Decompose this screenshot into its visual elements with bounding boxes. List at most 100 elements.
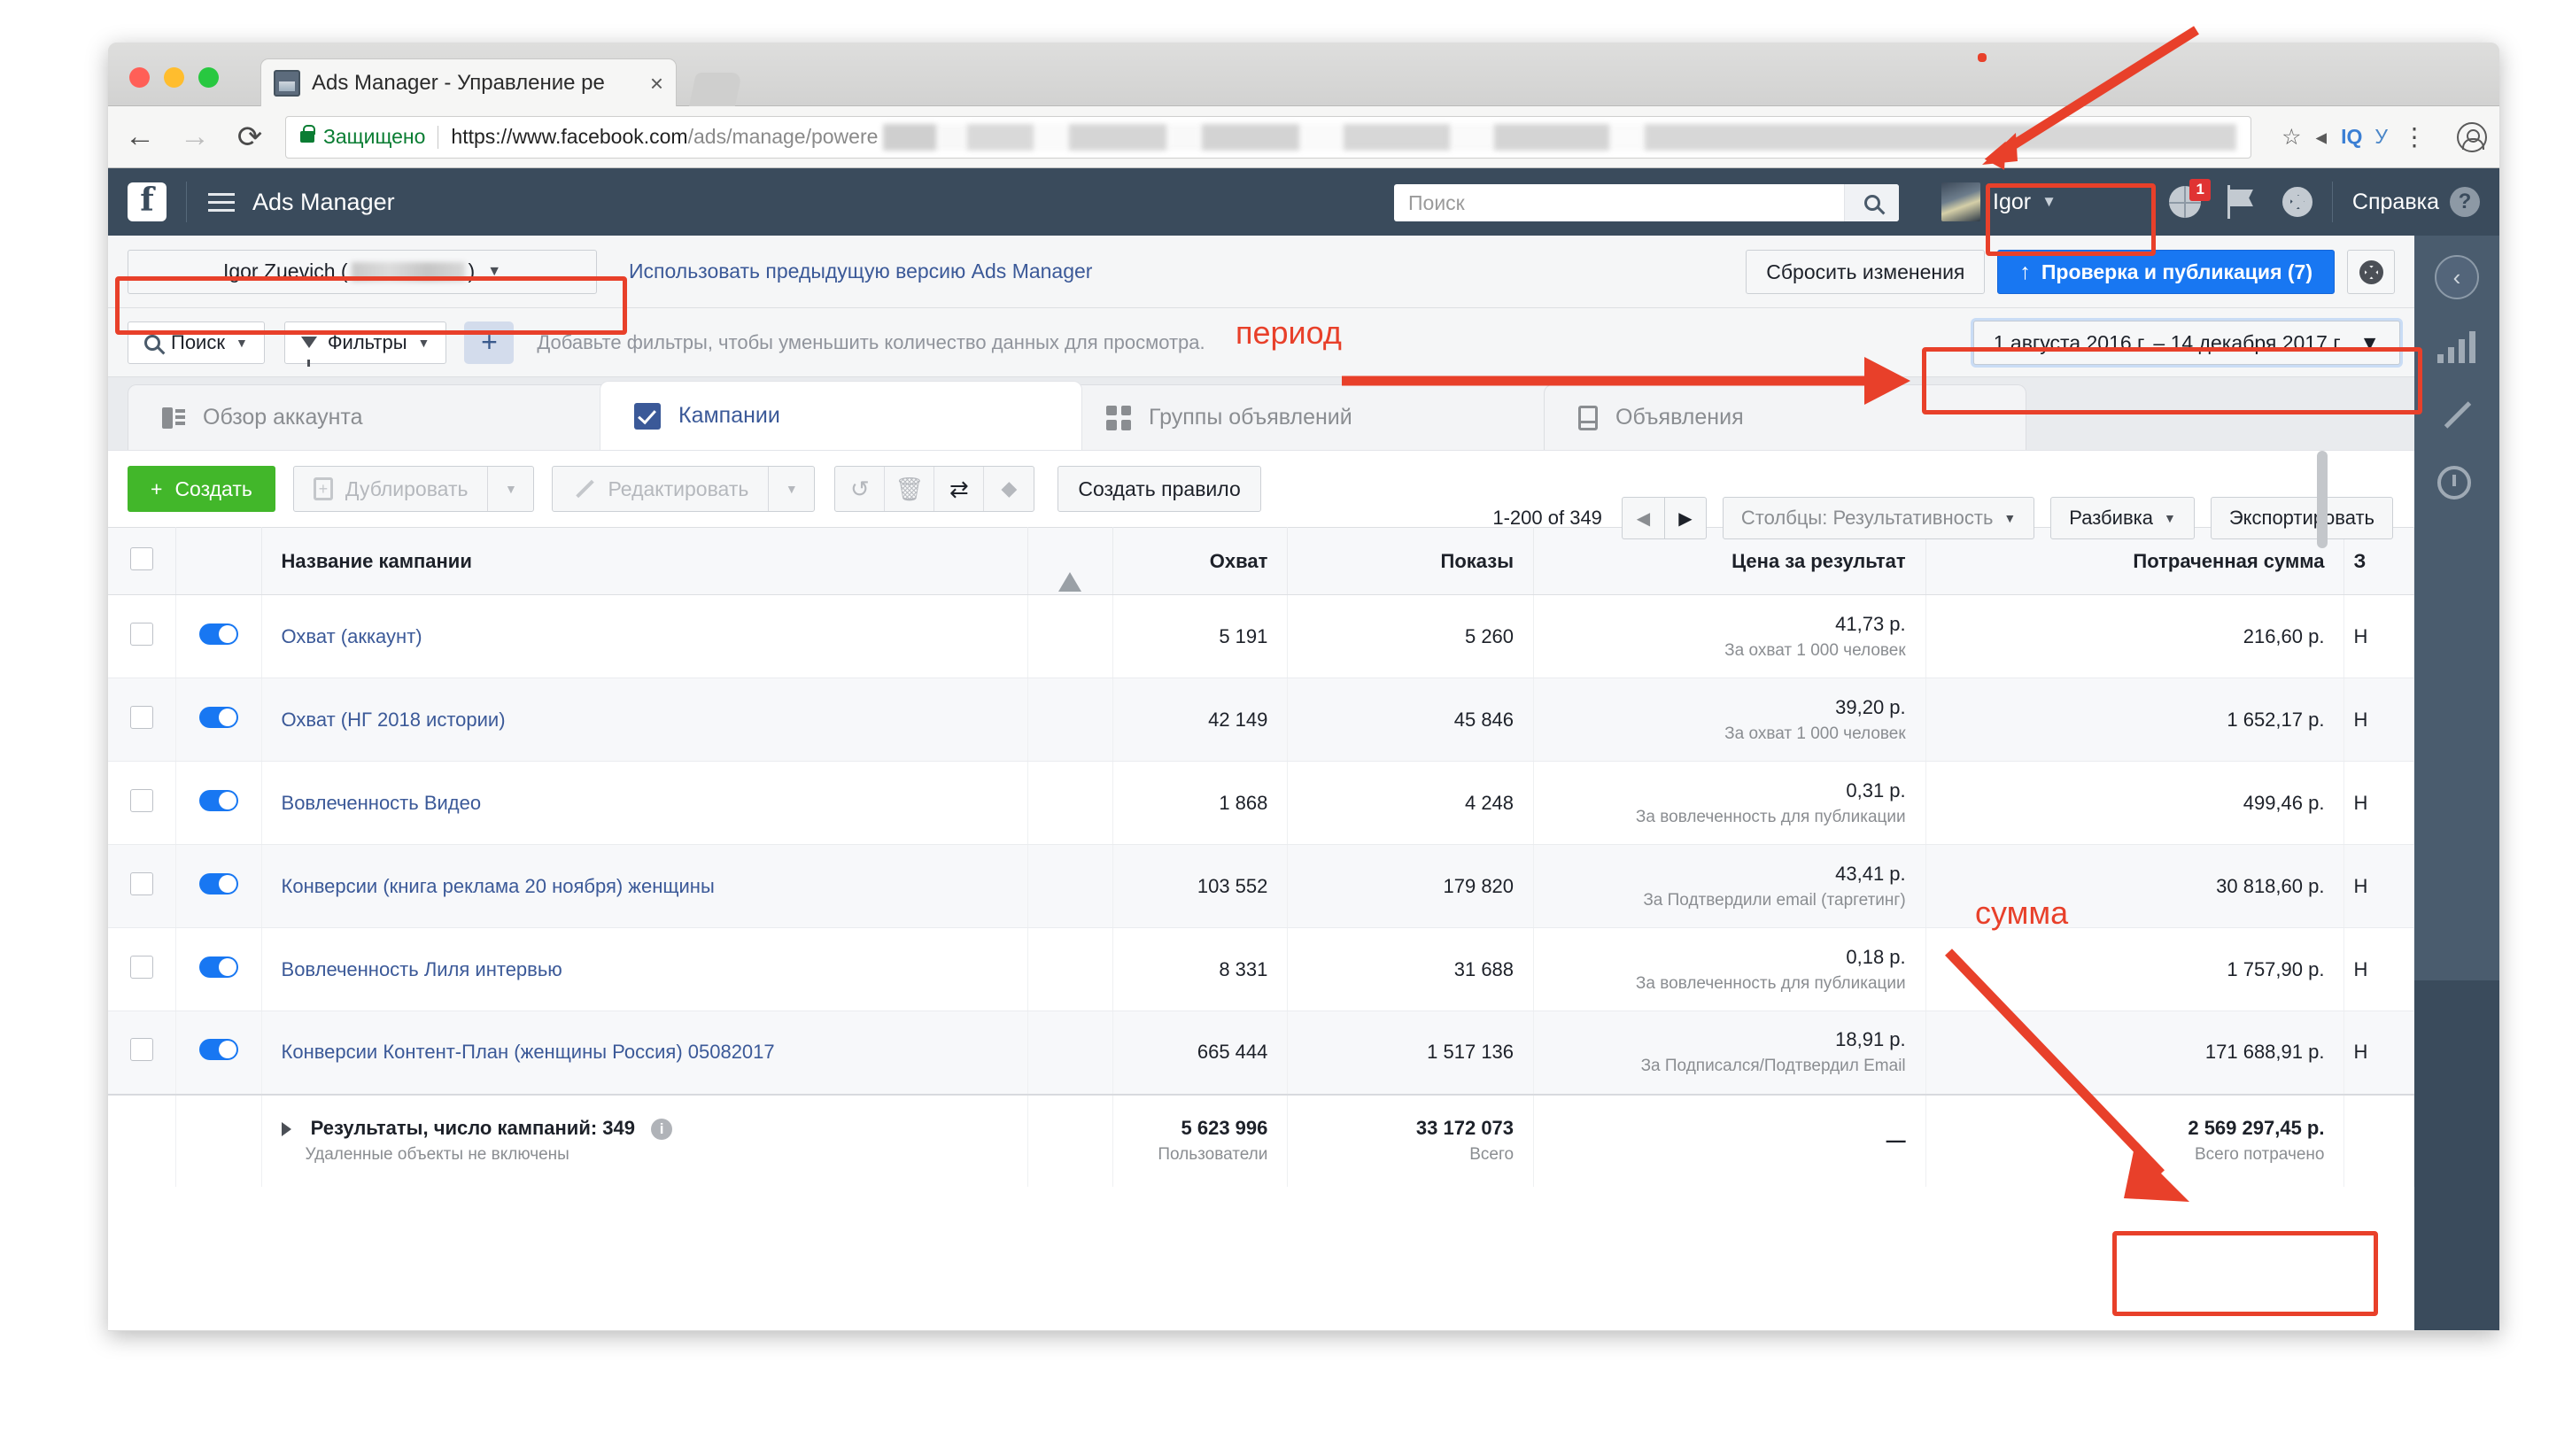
campaign-name-link[interactable]: Вовлеченность Лиля интервью	[282, 958, 562, 980]
row-name-cell[interactable]: Охват (аккаунт)	[261, 594, 1028, 678]
info-icon[interactable]: i	[651, 1119, 673, 1141]
expand-caret-icon[interactable]	[281, 1122, 291, 1137]
window-minimize-button[interactable]	[164, 67, 184, 88]
select-all-checkbox[interactable]	[129, 546, 153, 570]
header-select-all[interactable]	[108, 527, 176, 595]
row-checkbox[interactable]	[129, 705, 153, 729]
create-rule-button[interactable]: Создать правило	[1057, 466, 1261, 512]
campaign-status-toggle[interactable]	[198, 706, 238, 728]
tag-icon[interactable]: ⬥	[984, 467, 1034, 511]
duplicate-button[interactable]: + Дублировать ▼	[292, 466, 535, 512]
breakdown-button[interactable]: Разбивка ▼	[2050, 497, 2195, 539]
help-label[interactable]: Справка	[2352, 190, 2439, 215]
extension-icon[interactable]: ◂	[2316, 124, 2328, 151]
row-checkbox-cell[interactable]	[108, 844, 176, 928]
previous-version-link[interactable]: Использовать предыдущую версию Ads Manag…	[629, 259, 1092, 283]
help-question-icon[interactable]: ?	[2450, 187, 2480, 217]
row-toggle-cell[interactable]	[175, 1011, 262, 1095]
row-toggle-cell[interactable]	[175, 844, 262, 928]
row-checkbox[interactable]	[129, 955, 153, 979]
filters-button[interactable]: Фильтры ▼	[283, 321, 447, 367]
edit-main[interactable]: Редактировать	[553, 467, 768, 511]
forward-icon[interactable]: →	[172, 114, 218, 160]
account-selector[interactable]: Igor Zuevich ( ) ▼	[128, 249, 597, 294]
row-checkbox-cell[interactable]	[108, 761, 176, 845]
chart-bars-icon[interactable]	[2437, 331, 2476, 363]
campaign-status-toggle[interactable]	[198, 872, 238, 895]
reset-changes-button[interactable]: Сбросить изменения	[1746, 250, 1986, 294]
header-campaign-name[interactable]: Название кампании	[261, 527, 1028, 595]
tab-ads[interactable]: Объявления	[1544, 384, 2026, 450]
row-checkbox[interactable]	[129, 788, 153, 812]
revert-icon[interactable]: ↺	[835, 467, 886, 511]
duplicate-main[interactable]: + Дублировать	[294, 467, 488, 511]
browser-menu-icon[interactable]: ⋮	[2402, 122, 2427, 151]
browser-tab[interactable]: Ads Manager - Управление ре ×	[260, 58, 677, 106]
search-button[interactable]	[1844, 184, 1899, 221]
table-row[interactable]: Вовлеченность Лиля интервью 8 331 31 688…	[108, 927, 2414, 1011]
row-name-cell[interactable]: Конверсии (книга реклама 20 ноября) женщ…	[261, 844, 1028, 928]
tab-adsets[interactable]: Группы объявлений	[1072, 384, 1554, 450]
tab-campaigns[interactable]: Кампании	[600, 381, 1082, 450]
window-close-button[interactable]	[129, 67, 150, 88]
user-account-menu[interactable]: Igor ▼	[1941, 180, 2057, 224]
row-toggle-cell[interactable]	[175, 927, 262, 1011]
table-row[interactable]: Конверсии Контент-План (женщины Россия) …	[108, 1011, 2414, 1095]
export-button[interactable]: Экспортировать	[2210, 497, 2393, 539]
back-icon[interactable]: ←	[117, 114, 163, 160]
flag-icon[interactable]	[2226, 185, 2258, 219]
row-checkbox-cell[interactable]	[108, 594, 176, 678]
table-row[interactable]: Охват (НГ 2018 истории) 42 149 45 846 39…	[108, 678, 2414, 762]
campaign-name-link[interactable]: Вовлеченность Видео	[282, 792, 482, 814]
table-scrollbar[interactable]	[2317, 451, 2328, 548]
header-reach[interactable]: Охват	[1112, 527, 1289, 595]
facebook-logo-icon[interactable]: f	[128, 182, 167, 221]
row-toggle-cell[interactable]	[175, 594, 262, 678]
duplicate-caret-button[interactable]: ▼	[487, 467, 533, 511]
publish-settings-button[interactable]	[2347, 250, 2395, 294]
date-range-picker[interactable]: 1 августа 2016 г. – 14 декабря 2017 г. ▼	[1972, 321, 2400, 365]
columns-button[interactable]: Столбцы: Результативность ▼	[1722, 497, 2035, 539]
pencil-icon[interactable]	[2437, 395, 2476, 434]
row-checkbox-cell[interactable]	[108, 1011, 176, 1095]
preview-icon[interactable]: ⇄	[934, 467, 985, 511]
campaign-status-toggle[interactable]	[198, 789, 238, 811]
add-filter-button[interactable]: +	[464, 321, 515, 364]
new-tab-button[interactable]	[688, 73, 743, 106]
row-name-cell[interactable]: Охват (НГ 2018 истории)	[261, 678, 1028, 762]
browser-profile-icon[interactable]	[2457, 121, 2487, 152]
row-name-cell[interactable]: Вовлеченность Видео	[261, 761, 1028, 845]
gear-icon[interactable]	[2281, 187, 2312, 217]
tab-account-overview[interactable]: Обзор аккаунта	[128, 384, 610, 450]
campaign-status-toggle[interactable]	[198, 1039, 238, 1061]
edit-button[interactable]: Редактировать ▼	[552, 466, 816, 512]
campaign-name-link[interactable]: Охват (НГ 2018 истории)	[282, 709, 506, 731]
pagination-prev-button[interactable]: ◀	[1621, 497, 1664, 539]
campaign-status-toggle[interactable]	[198, 623, 238, 645]
window-maximize-button[interactable]	[198, 67, 219, 88]
address-bar[interactable]: Защищено https://www.facebook.com /ads/m…	[285, 115, 2252, 159]
iq-extension-icon[interactable]: IQ	[2341, 125, 2362, 149]
summary-label-cell[interactable]: Результаты, число кампаний: 349 i Удален…	[261, 1093, 1028, 1187]
trash-icon[interactable]: 🗑	[885, 467, 935, 511]
bookmark-star-icon[interactable]: ☆	[2281, 124, 2301, 151]
campaign-name-link[interactable]: Конверсии Контент-План (женщины Россия) …	[282, 1041, 775, 1063]
row-checkbox-cell[interactable]	[108, 678, 176, 762]
create-button[interactable]: + Создать	[128, 466, 275, 512]
row-checkbox-cell[interactable]	[108, 927, 176, 1011]
collapse-sidebar-button[interactable]: ‹	[2435, 255, 2479, 299]
row-checkbox[interactable]	[129, 622, 153, 646]
search-filter-button[interactable]: Поиск ▼	[128, 321, 265, 364]
row-name-cell[interactable]: Вовлеченность Лиля интервью	[261, 927, 1028, 1011]
table-row[interactable]: Охват (аккаунт) 5 191 5 260 41,73 р. За …	[108, 594, 2414, 678]
clock-icon[interactable]	[2437, 466, 2476, 505]
campaign-status-toggle[interactable]	[198, 956, 238, 978]
campaign-name-link[interactable]: Охват (аккаунт)	[282, 625, 422, 647]
row-checkbox[interactable]	[129, 1038, 153, 1062]
pagination-next-button[interactable]: ▶	[1663, 497, 1707, 539]
search-input[interactable]	[1394, 190, 1844, 215]
hamburger-menu-icon[interactable]	[208, 188, 235, 217]
campaign-name-link[interactable]: Конверсии (книга реклама 20 ноября) женщ…	[282, 875, 715, 897]
yandex-extension-icon[interactable]: У	[2374, 125, 2388, 149]
row-toggle-cell[interactable]	[175, 678, 262, 762]
